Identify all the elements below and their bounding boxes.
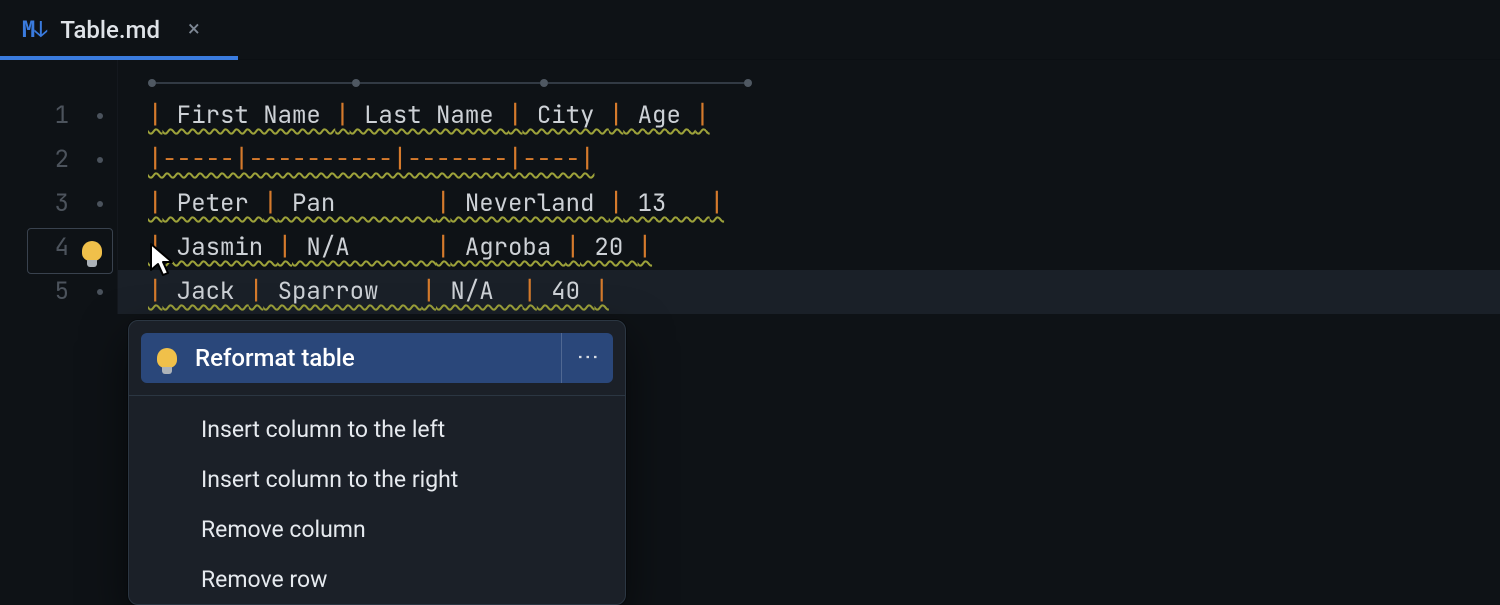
lightbulb-icon <box>157 348 177 368</box>
popup-separator <box>129 395 625 396</box>
popup-item-remove-column[interactable]: Remove column <box>129 504 625 554</box>
popup-item-remove-row[interactable]: Remove row <box>129 554 625 604</box>
popup-more-icon[interactable]: ⋮ <box>561 333 613 383</box>
popup-item-reformat-table[interactable]: Reformat table ⋮ <box>141 333 613 383</box>
code-line-5[interactable]: | Jack | Sparrow | N/A | 40 | <box>118 270 1500 314</box>
editor: 1 2 3 4 5 | First Name | Last Name | Cit… <box>0 60 1500 314</box>
gutter-line-1[interactable]: 1 <box>0 94 117 138</box>
gutter: 1 2 3 4 5 <box>0 60 118 314</box>
popup-item-insert-col-left[interactable]: Insert column to the left <box>129 404 625 454</box>
gutter-line-4[interactable]: 4 <box>0 226 117 270</box>
popup-item-insert-col-right[interactable]: Insert column to the right <box>129 454 625 504</box>
code-area[interactable]: | First Name | Last Name | City | Age | … <box>118 60 1500 314</box>
intention-popup: Reformat table ⋮ Insert column to the le… <box>128 320 626 605</box>
gutter-line-3[interactable]: 3 <box>0 182 117 226</box>
popup-item-label: Remove row <box>201 566 327 593</box>
code-line-2[interactable]: |-----|----------|-------|----| <box>118 138 1500 182</box>
popup-item-label: Reformat table <box>195 344 355 372</box>
editor-tab[interactable]: M↓ Table.md × <box>0 0 220 59</box>
lightbulb-icon <box>82 241 102 261</box>
indent-guides <box>148 78 752 88</box>
gutter-line-5[interactable]: 5 <box>0 270 117 314</box>
intention-bulb[interactable] <box>27 228 113 274</box>
markdown-file-icon: M↓ <box>22 15 46 44</box>
code-line-4[interactable]: | Jasmin | N/A | Agroba | 20 | <box>118 226 1500 270</box>
popup-item-label: Insert column to the right <box>201 466 458 493</box>
code-line-1[interactable]: | First Name | Last Name | City | Age | <box>118 94 1500 138</box>
popup-item-label: Insert column to the left <box>201 416 445 443</box>
popup-item-label: Remove column <box>201 516 366 543</box>
tab-filename: Table.md <box>60 16 160 44</box>
close-tab-icon[interactable]: × <box>188 19 200 41</box>
tab-bar: M↓ Table.md × <box>0 0 1500 60</box>
gutter-line-2[interactable]: 2 <box>0 138 117 182</box>
code-line-3[interactable]: | Peter | Pan | Neverland | 13 | <box>118 182 1500 226</box>
